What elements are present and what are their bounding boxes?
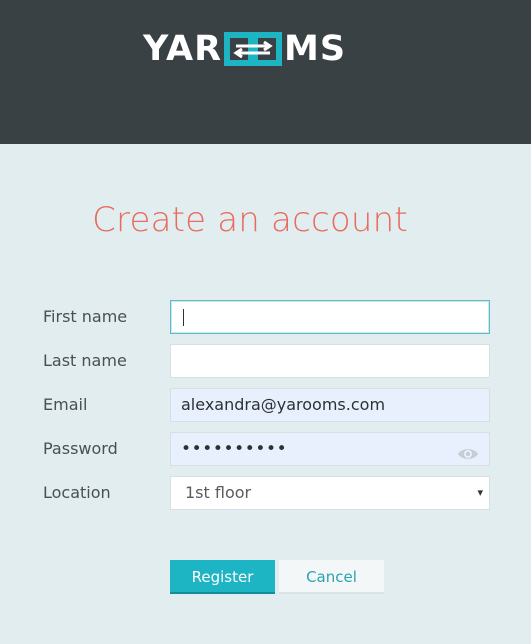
password-field[interactable]: •••••••••• [170, 432, 490, 466]
register-button[interactable]: Register [170, 560, 275, 594]
email-row: Email alexandra@yarooms.com [0, 388, 531, 422]
location-selected-value: 1st floor [185, 483, 252, 502]
dropdown-arrow-icon: ▾ [477, 486, 483, 499]
password-label: Password [43, 439, 118, 458]
password-value: •••••••••• [181, 439, 288, 459]
last-name-label: Last name [43, 351, 127, 370]
page-title: Create an account [92, 200, 408, 240]
logo-text-right: MS [284, 29, 347, 69]
email-field[interactable]: alexandra@yarooms.com [170, 388, 490, 422]
logo-text-left: YAR [143, 29, 223, 69]
first-name-label: First name [43, 307, 128, 326]
eye-icon[interactable] [457, 441, 479, 459]
location-row: Location 1st floor ▾ [0, 476, 531, 510]
email-label: Email [43, 395, 88, 414]
text-caret [183, 309, 184, 326]
first-name-field[interactable] [170, 300, 490, 334]
yarooms-logo: YAR MS [143, 31, 346, 67]
app-header: YAR MS [0, 0, 531, 144]
email-value: alexandra@yarooms.com [181, 395, 386, 414]
last-name-row: Last name [0, 344, 531, 378]
location-label: Location [43, 483, 111, 502]
location-select[interactable]: 1st floor ▾ [170, 476, 490, 510]
logo-rooms-icon [224, 32, 283, 66]
cancel-button[interactable]: Cancel [279, 560, 384, 594]
first-name-row: First name [0, 300, 531, 334]
password-row: Password •••••••••• [0, 432, 531, 466]
last-name-field[interactable] [170, 344, 490, 378]
